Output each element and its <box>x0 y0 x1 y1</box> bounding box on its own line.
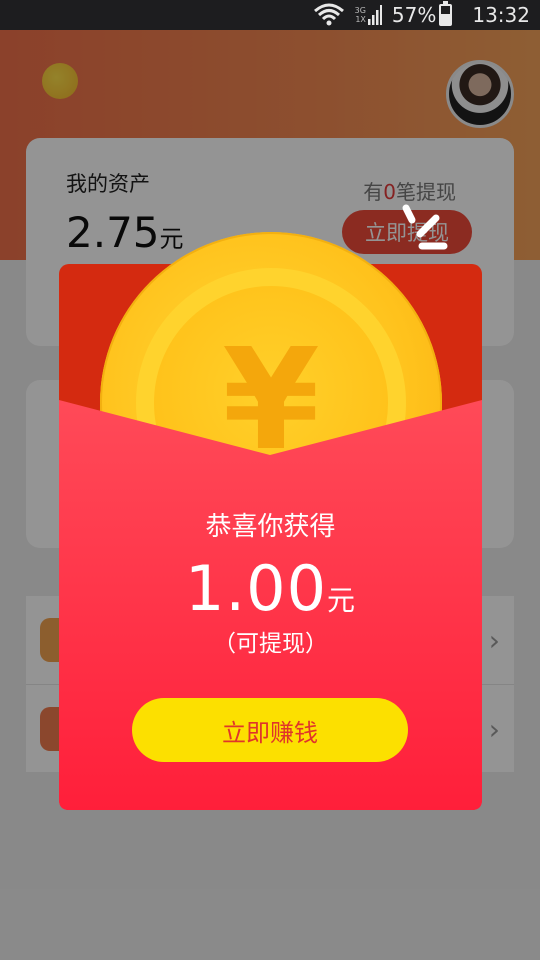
withdrawable-note: （可提现） <box>213 631 328 657</box>
reward-amount-value: 1.00 <box>184 552 328 625</box>
battery-icon <box>439 1 453 26</box>
wifi-icon <box>313 3 345 27</box>
battery-percent: 57% <box>391 3 437 27</box>
close-icon[interactable] <box>394 198 454 258</box>
status-bar: 3G 1X 57% 13:32 <box>0 0 540 30</box>
signal-icon: 3G 1X <box>355 4 382 26</box>
network-top-label: 3G <box>354 6 366 15</box>
congrats-title: 恭喜你获得 <box>205 512 336 542</box>
earn-money-button[interactable]: 立即赚钱 <box>132 698 408 762</box>
reward-unit: 元 <box>327 584 357 617</box>
clock: 13:32 <box>472 3 530 27</box>
network-bottom-label: 1X <box>355 15 366 24</box>
reward-amount: 1.00元 <box>59 552 482 625</box>
